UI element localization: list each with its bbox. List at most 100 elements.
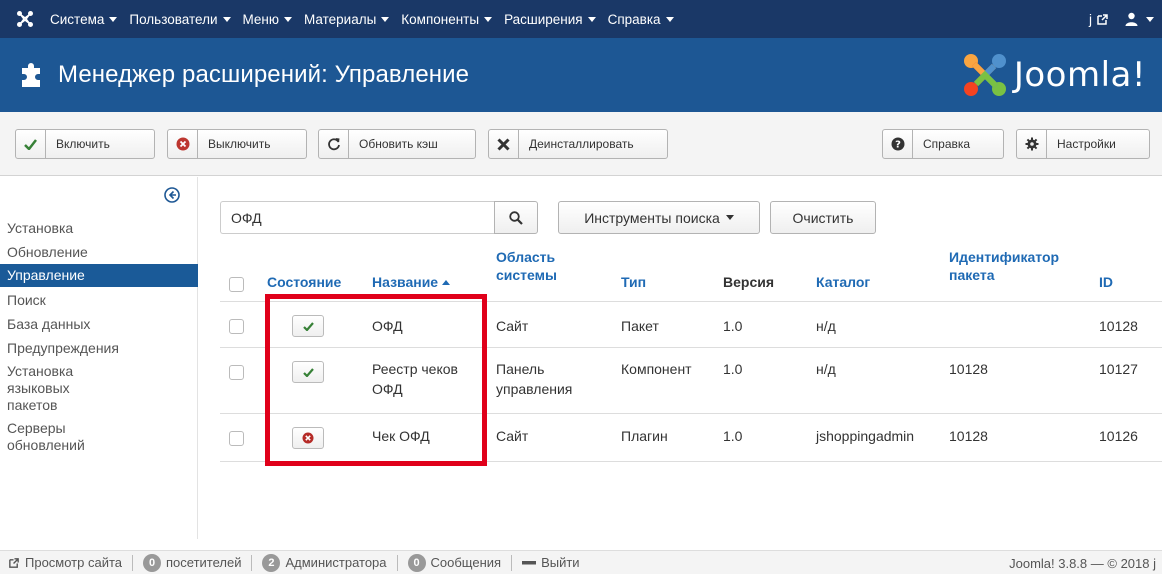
column-header-type[interactable]: Тип	[621, 273, 646, 291]
messages-badge: 0	[407, 553, 426, 572]
external-link-icon	[1097, 13, 1108, 25]
status-divider	[396, 554, 398, 571]
column-header-state[interactable]: Состояние	[267, 273, 341, 291]
cell-package: 10128	[949, 361, 988, 377]
select-all-checkbox[interactable]	[229, 277, 244, 292]
visitors-counter: 0 посетителей	[143, 553, 241, 572]
column-header-id[interactable]: ID	[1099, 273, 1113, 291]
sidebar: Установка Обновление Управление Поиск Ба…	[0, 177, 198, 539]
caret-down-icon	[381, 16, 390, 22]
joomla-brand: Joomla!	[962, 52, 1146, 98]
cell-package: 10128	[949, 428, 988, 444]
sidebar-item-discover[interactable]: Поиск	[0, 287, 198, 312]
admins-counter: 2 Администратора	[262, 553, 387, 572]
cell-folder: jshoppingadmin	[816, 428, 915, 444]
column-header-folder[interactable]: Каталог	[816, 273, 870, 291]
cell-id: 10128	[1099, 318, 1138, 334]
cell-id: 10126	[1099, 428, 1138, 444]
cell-type: Плагин	[621, 428, 668, 444]
menu-users[interactable]: Пользователи	[129, 12, 231, 27]
status-divider	[132, 554, 134, 571]
caret-down-icon	[587, 16, 596, 22]
sidebar-item-languages[interactable]: Установка языковых пакетов	[0, 360, 120, 417]
menu-menus[interactable]: Меню	[243, 12, 292, 27]
joomla-logo-icon[interactable]	[0, 10, 50, 28]
external-link-icon	[9, 557, 19, 568]
sidebar-item-warnings[interactable]: Предупреждения	[0, 336, 198, 360]
caret-down-icon	[665, 16, 674, 22]
delete-x-icon	[497, 137, 510, 151]
sidebar-item-database[interactable]: База данных	[0, 312, 198, 336]
logout-link[interactable]: Выйти	[522, 555, 580, 570]
caret-down-icon	[484, 16, 493, 22]
search-input[interactable]: ОФД	[220, 201, 494, 234]
search-tools-button[interactable]: Инструменты поиска	[558, 201, 760, 234]
menu-components[interactable]: Компоненты	[401, 12, 493, 27]
collapse-sidebar-icon[interactable]	[164, 187, 180, 206]
sidebar-item-install[interactable]: Установка	[0, 215, 198, 241]
sidebar-item-update-sites[interactable]: Серверы обновлений	[0, 417, 110, 457]
menu-content[interactable]: Материалы	[304, 12, 390, 27]
sidebar-item-update[interactable]: Обновление	[0, 241, 198, 264]
status-divider	[511, 554, 513, 571]
help-button[interactable]: ? Справка	[882, 129, 1004, 159]
sidebar-nav: Установка Обновление Управление Поиск Ба…	[0, 215, 198, 457]
status-divider	[251, 554, 253, 571]
sidebar-item-manage[interactable]: Управление	[0, 264, 198, 287]
page-header: Менеджер расширений: Управление Joomla!	[0, 38, 1162, 112]
user-icon	[1125, 12, 1138, 26]
navbar-right: j	[1089, 0, 1154, 38]
caret-down-icon	[1146, 16, 1154, 22]
search-icon	[509, 210, 523, 225]
column-header-package[interactable]: Идентификатор пакета	[949, 248, 1059, 284]
cell-type: Пакет	[621, 318, 659, 334]
options-button[interactable]: Настройки	[1016, 129, 1150, 159]
row-checkbox[interactable]	[229, 319, 244, 334]
top-navbar: Система Пользователи Меню Материалы Комп…	[0, 0, 1162, 38]
cell-version: 1.0	[723, 361, 743, 377]
row-checkbox[interactable]	[229, 365, 244, 380]
refresh-icon	[327, 138, 340, 151]
caret-down-icon	[109, 16, 118, 22]
question-circle-icon: ?	[891, 137, 904, 151]
status-bar: Просмотр сайта 0 посетителей 2 Администрат…	[0, 550, 1162, 574]
puzzle-icon	[22, 63, 44, 87]
svg-text:?: ?	[895, 140, 901, 151]
cell-id: 10127	[1099, 361, 1138, 377]
admins-badge: 2	[262, 553, 281, 572]
disable-button[interactable]: Выключить	[167, 129, 307, 159]
minus-icon	[522, 560, 537, 564]
page-title: Менеджер расширений: Управление	[58, 61, 470, 88]
messages-link[interactable]: 0 Сообщения	[407, 553, 501, 572]
cell-folder: н/д	[816, 318, 836, 334]
uninstall-button[interactable]: Деинсталлировать	[488, 129, 668, 159]
cell-version: 1.0	[723, 318, 743, 334]
main-menu: Система Пользователи Меню Материалы Комп…	[50, 0, 686, 38]
cell-area: Сайт	[496, 428, 529, 444]
view-site-link[interactable]: Просмотр сайта	[8, 555, 122, 570]
menu-system[interactable]: Система	[50, 12, 118, 27]
cell-version: 1.0	[723, 428, 743, 444]
caret-down-icon	[284, 16, 292, 22]
sort-asc-icon	[442, 280, 451, 285]
refresh-cache-button[interactable]: Обновить кэш	[318, 129, 476, 159]
version-info: Joomla! 3.8.8 — © 2018 j	[1009, 555, 1156, 571]
cell-area: Панель управления	[496, 361, 573, 397]
menu-extensions[interactable]: Расширения	[504, 12, 596, 27]
column-header-version: Версия	[723, 274, 775, 290]
menu-help[interactable]: Справка	[608, 12, 674, 27]
caret-down-icon	[725, 215, 734, 220]
search-button[interactable]	[494, 201, 538, 234]
clear-button[interactable]: Очистить	[770, 201, 876, 234]
user-menu[interactable]	[1125, 12, 1154, 26]
gear-icon	[1025, 137, 1038, 151]
site-link[interactable]: j	[1089, 12, 1109, 27]
cell-area: Сайт	[496, 318, 529, 334]
joomla-brand-logo-icon	[963, 54, 1006, 96]
column-header-area[interactable]: Область системы	[496, 248, 557, 284]
caret-down-icon	[222, 16, 231, 22]
row-checkbox[interactable]	[229, 431, 244, 446]
column-header-name[interactable]: Название	[372, 273, 451, 291]
cell-type: Компонент	[621, 361, 692, 377]
enable-button[interactable]: Включить	[15, 129, 155, 159]
